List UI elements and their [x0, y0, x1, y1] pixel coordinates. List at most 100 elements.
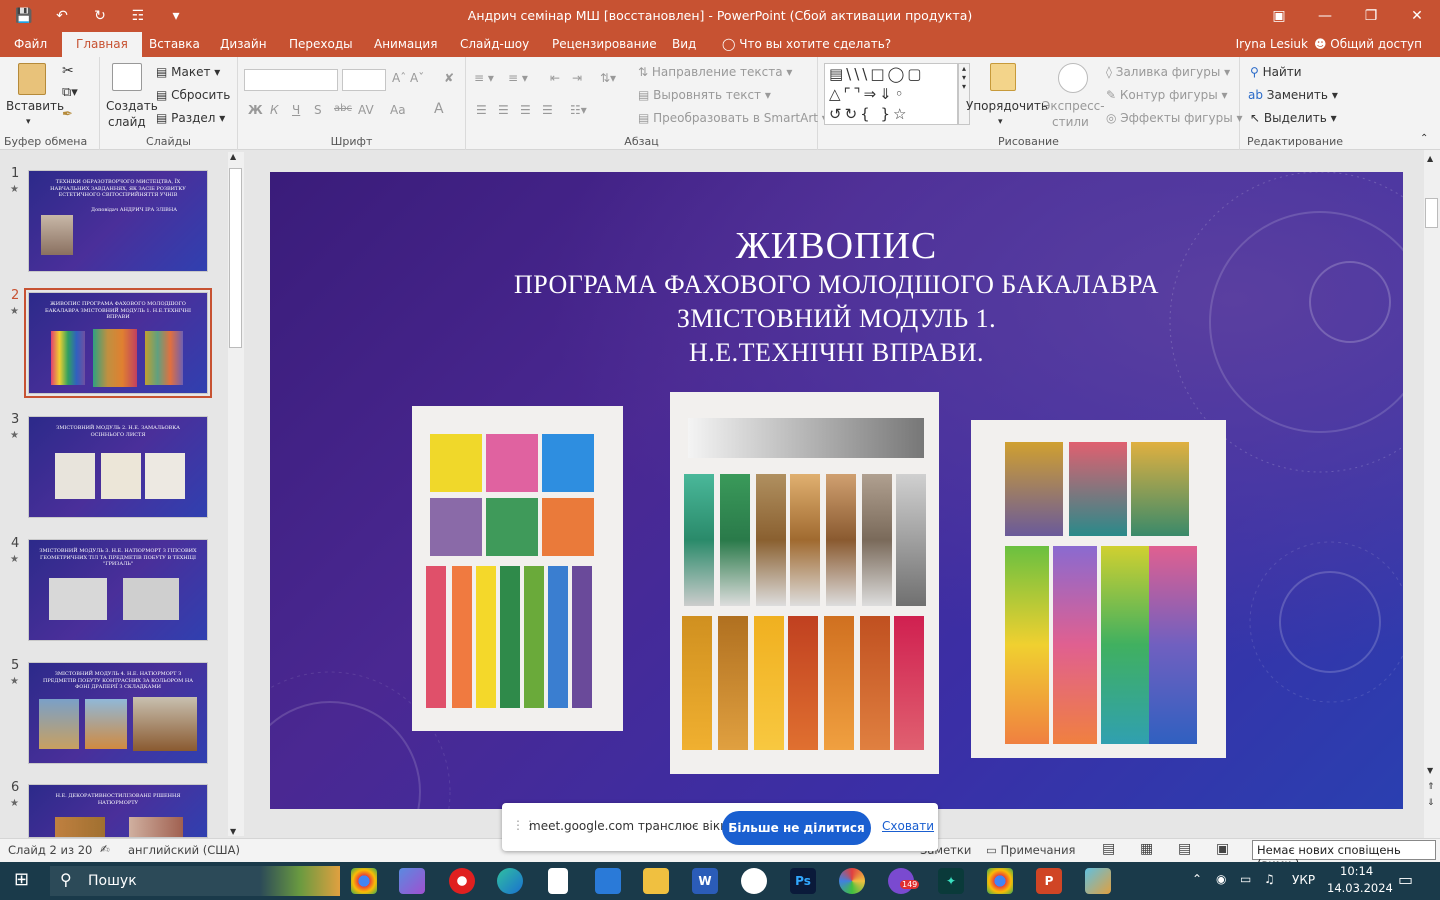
new-slide-button[interactable]: Создать — [106, 99, 158, 113]
italic-button[interactable]: К — [270, 103, 279, 117]
font-name-input[interactable] — [244, 69, 338, 91]
tab-animations[interactable]: Анимация — [366, 32, 445, 57]
bullets-icon[interactable]: ≡ ▾ — [474, 71, 494, 85]
shape-fill-button[interactable]: ◊ Заливка фигуры ▾ — [1106, 65, 1230, 79]
collapse-ribbon-icon[interactable]: ⌃ — [1420, 133, 1428, 144]
arrange-icon[interactable] — [990, 63, 1016, 91]
quick-styles-icon[interactable] — [1058, 63, 1088, 93]
prev-slide-icon[interactable]: ⇑ — [1427, 782, 1435, 792]
tab-design[interactable]: Дизайн — [212, 32, 275, 57]
scroll-thumb[interactable] — [1425, 198, 1438, 228]
tab-insert[interactable]: Вставка — [141, 32, 208, 57]
replace-button[interactable]: ab Заменить ▾ — [1248, 88, 1338, 102]
slide-sorter-icon[interactable]: ▦ — [1140, 841, 1153, 857]
layout-button[interactable]: ▤ Макет ▾ — [156, 65, 220, 79]
photoshop-icon[interactable]: Ps — [790, 868, 816, 894]
align-center-icon[interactable]: ☰ — [498, 103, 509, 117]
share-button[interactable]: ☻ Общий доступ — [1314, 37, 1422, 51]
ribbon-display-icon[interactable]: ▣ — [1256, 0, 1302, 32]
clock-date[interactable]: 14.03.2024 — [1327, 881, 1393, 895]
tab-transitions[interactable]: Переходы — [281, 32, 361, 57]
paste-button[interactable]: Вставить — [6, 99, 64, 113]
numbering-icon[interactable]: ≡ ▾ — [508, 71, 528, 85]
font-color-button[interactable]: A — [434, 101, 444, 117]
language-indicator[interactable]: английский (США) — [128, 843, 240, 857]
minimize-button[interactable]: — — [1302, 0, 1348, 32]
app-icon[interactable] — [839, 868, 865, 894]
hide-link[interactable]: Сховати — [882, 819, 934, 833]
spellcheck-icon[interactable]: ✍ — [100, 842, 110, 856]
shapes-gallery[interactable]: ▤\\\□◯▢ △⌜⌝⇒⇓◦ ↺↻{ }☆ — [824, 63, 958, 125]
tab-file[interactable]: Файл — [6, 32, 55, 57]
cut-icon[interactable]: ✂ — [62, 63, 74, 79]
scroll-thumb[interactable] — [229, 168, 242, 348]
arrange-dropdown-icon[interactable]: ▾ — [998, 117, 1003, 127]
columns-icon[interactable]: ☷▾ — [570, 103, 587, 117]
font-size-input[interactable] — [342, 69, 386, 91]
bold-button[interactable]: Ж — [248, 103, 263, 117]
scroll-up-icon[interactable]: ▲ — [1427, 154, 1433, 163]
close-button[interactable]: ✕ — [1394, 0, 1440, 32]
slideshow-view-icon[interactable]: ▣ — [1216, 841, 1229, 857]
watercolor-image-3[interactable] — [971, 420, 1226, 758]
paste-icon[interactable] — [18, 63, 46, 95]
taskbar-search[interactable]: ⚲ Пошук — [50, 866, 340, 896]
edge-icon[interactable] — [497, 868, 523, 894]
word-icon[interactable]: W — [692, 868, 718, 894]
file-icon[interactable] — [548, 868, 568, 894]
volume-icon[interactable]: ♫ — [1264, 872, 1275, 886]
paste-dropdown-icon[interactable]: ▾ — [26, 117, 31, 127]
stop-sharing-button[interactable]: Більше не ділитися — [722, 811, 871, 845]
align-right-icon[interactable]: ☰ — [520, 103, 531, 117]
tab-view[interactable]: Вид — [664, 32, 704, 57]
new-slide-icon[interactable] — [112, 63, 142, 91]
reading-view-icon[interactable]: ▤ — [1178, 841, 1191, 857]
arrange-button[interactable]: Упорядочить — [966, 99, 1048, 113]
scroll-up-icon[interactable]: ▲ — [230, 152, 236, 161]
user-name[interactable]: Iryna Lesiuk — [1236, 37, 1308, 51]
justify-icon[interactable]: ☰ — [542, 103, 553, 117]
reset-button[interactable]: ▤ Сбросить — [156, 88, 230, 102]
windows-start-icon[interactable]: ⊞ — [14, 869, 29, 890]
slide-thumbnail-4[interactable]: ЗМІСТОВНИЙ МОДУЛЬ 3. Н.Е. НАТЮРМОРТ З ГІ… — [28, 539, 208, 641]
language-indicator[interactable]: УКР — [1292, 873, 1315, 887]
new-slide-button-2[interactable]: слайд — [108, 115, 146, 129]
find-button[interactable]: ⚲ Найти — [1250, 65, 1302, 79]
scroll-down-icon[interactable]: ▼ — [230, 827, 236, 836]
slide-thumbnail-3[interactable]: ЗМІСТОВНИЙ МОДУЛЬ 2. Н.Е. ЗАМАЛЬОВКА ОСІ… — [28, 416, 208, 518]
shadow-button[interactable]: S — [314, 103, 322, 117]
section-button[interactable]: ▤ Раздел ▾ — [156, 111, 225, 125]
comments-button[interactable]: ▭ Примечания — [986, 843, 1075, 857]
tab-home[interactable]: Главная — [62, 32, 142, 57]
app-icon[interactable]: ✦ — [938, 868, 964, 894]
file-explorer-icon[interactable] — [643, 868, 669, 894]
clock-time[interactable]: 10:14 — [1340, 864, 1373, 878]
restore-button[interactable]: ❐ — [1348, 0, 1394, 32]
slide-thumbnail-5[interactable]: ЗМІСТОВНИЙ МОДУЛЬ 4. Н.Е. НАТЮРМОРТ З ПР… — [28, 662, 208, 764]
tray-chevron-icon[interactable]: ⌃ — [1192, 872, 1202, 886]
chrome-icon[interactable] — [987, 868, 1013, 894]
quick-styles-button[interactable]: Экспресс- — [1042, 99, 1105, 113]
shape-effects-button[interactable]: ◎ Эффекты фигуры ▾ — [1106, 111, 1243, 125]
powerpoint-icon[interactable]: P — [1036, 868, 1062, 894]
select-button[interactable]: ↖ Выделить ▾ — [1250, 111, 1337, 125]
smartart-button[interactable]: ▤ Преобразовать в SmartArt ▾ — [638, 111, 828, 125]
chrome-icon[interactable] — [351, 868, 377, 894]
notification-center-icon[interactable]: ▭ — [1398, 870, 1413, 889]
align-text-button[interactable]: ▤ Выровнять текст ▾ — [638, 88, 771, 102]
quick-styles-button-2[interactable]: стили — [1052, 115, 1089, 129]
slide-thumbnail-2[interactable]: ЖИВОПИС ПРОГРАМА ФАХОВОГО МОЛОДШОГО БАКА… — [24, 288, 212, 398]
tab-slideshow[interactable]: Слайд-шоу — [452, 32, 537, 57]
current-slide[interactable]: ЖИВОПИС ПРОГРАМА ФАХОВОГО МОЛОДШОГО БАКА… — [270, 172, 1403, 809]
text-direction-button[interactable]: ⇅ Направление текста ▾ — [638, 65, 792, 79]
increase-indent-icon[interactable]: ⇥ — [572, 71, 582, 85]
align-left-icon[interactable]: ☰ — [476, 103, 487, 117]
decrease-indent-icon[interactable]: ⇤ — [550, 71, 560, 85]
slide-thumbnail-1[interactable]: ТЕХНІКИ ОБРАЗОТВОРЧОГО МИСТЕЦТВА, ЇХ НАВ… — [28, 170, 208, 272]
line-spacing-icon[interactable]: ⇅▾ — [600, 71, 616, 85]
app-icon[interactable] — [1085, 868, 1111, 894]
strikethrough-button[interactable]: abc — [334, 103, 352, 114]
slide-scrollbar[interactable]: ▲ ▼ ⇑ ⇓ — [1424, 150, 1440, 838]
change-case-button[interactable]: Aa — [390, 103, 406, 117]
normal-view-icon[interactable]: ▤ — [1102, 841, 1115, 857]
